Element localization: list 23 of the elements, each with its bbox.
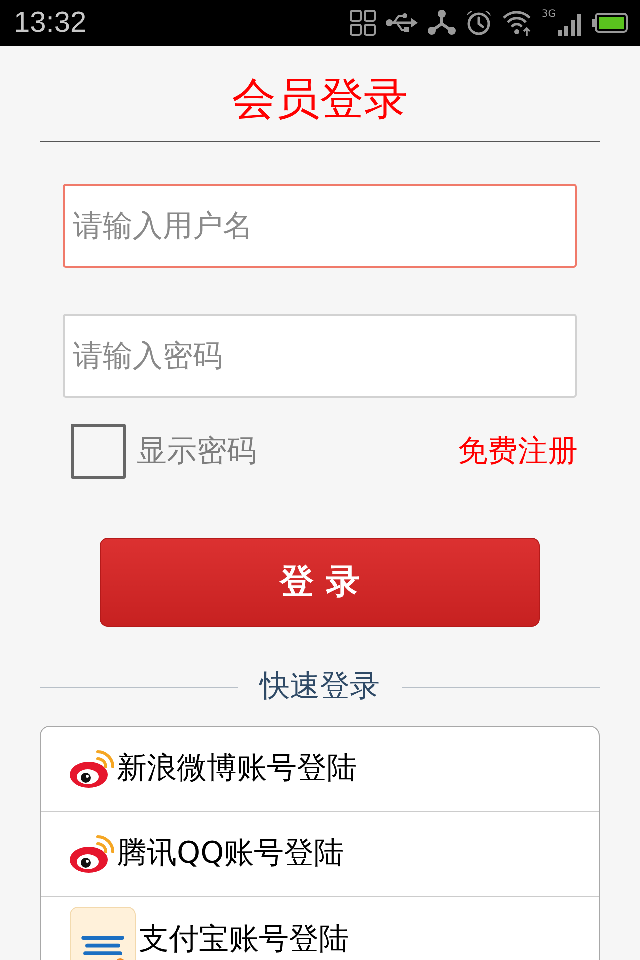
wifi-icon [502,10,532,36]
login-option-button[interactable]: 支付宝账号登陆 [41,897,599,960]
login-button[interactable]: 登 录 [100,538,540,627]
login-option-button[interactable]: 腾讯QQ账号登陆 [41,812,599,897]
section-heading: 快速登录 [258,668,381,706]
checkbox[interactable] [71,424,126,479]
signal-icon [558,14,582,36]
input-field[interactable]: 请输入用户名 [63,184,577,268]
share-nodes-icon [428,10,456,36]
checkbox-label: 显示密码 [137,432,257,470]
eye-logo-icon [70,834,114,874]
apps-grid-icon [350,10,376,36]
eye-logo-icon [70,749,114,789]
login-option-button[interactable]: 新浪微博账号登陆 [41,727,599,812]
app-logo-icon [70,906,136,960]
input-field[interactable]: 请输入密码 [63,314,577,398]
usb-icon [386,13,418,33]
alarm-clock-icon [466,10,492,36]
status-time: 13:32 [14,8,87,38]
battery-icon [592,13,628,33]
page-title: 会员登录 [232,73,408,127]
network-type-label: 3G [542,10,556,20]
register-link[interactable]: 免费注册 [458,432,578,472]
